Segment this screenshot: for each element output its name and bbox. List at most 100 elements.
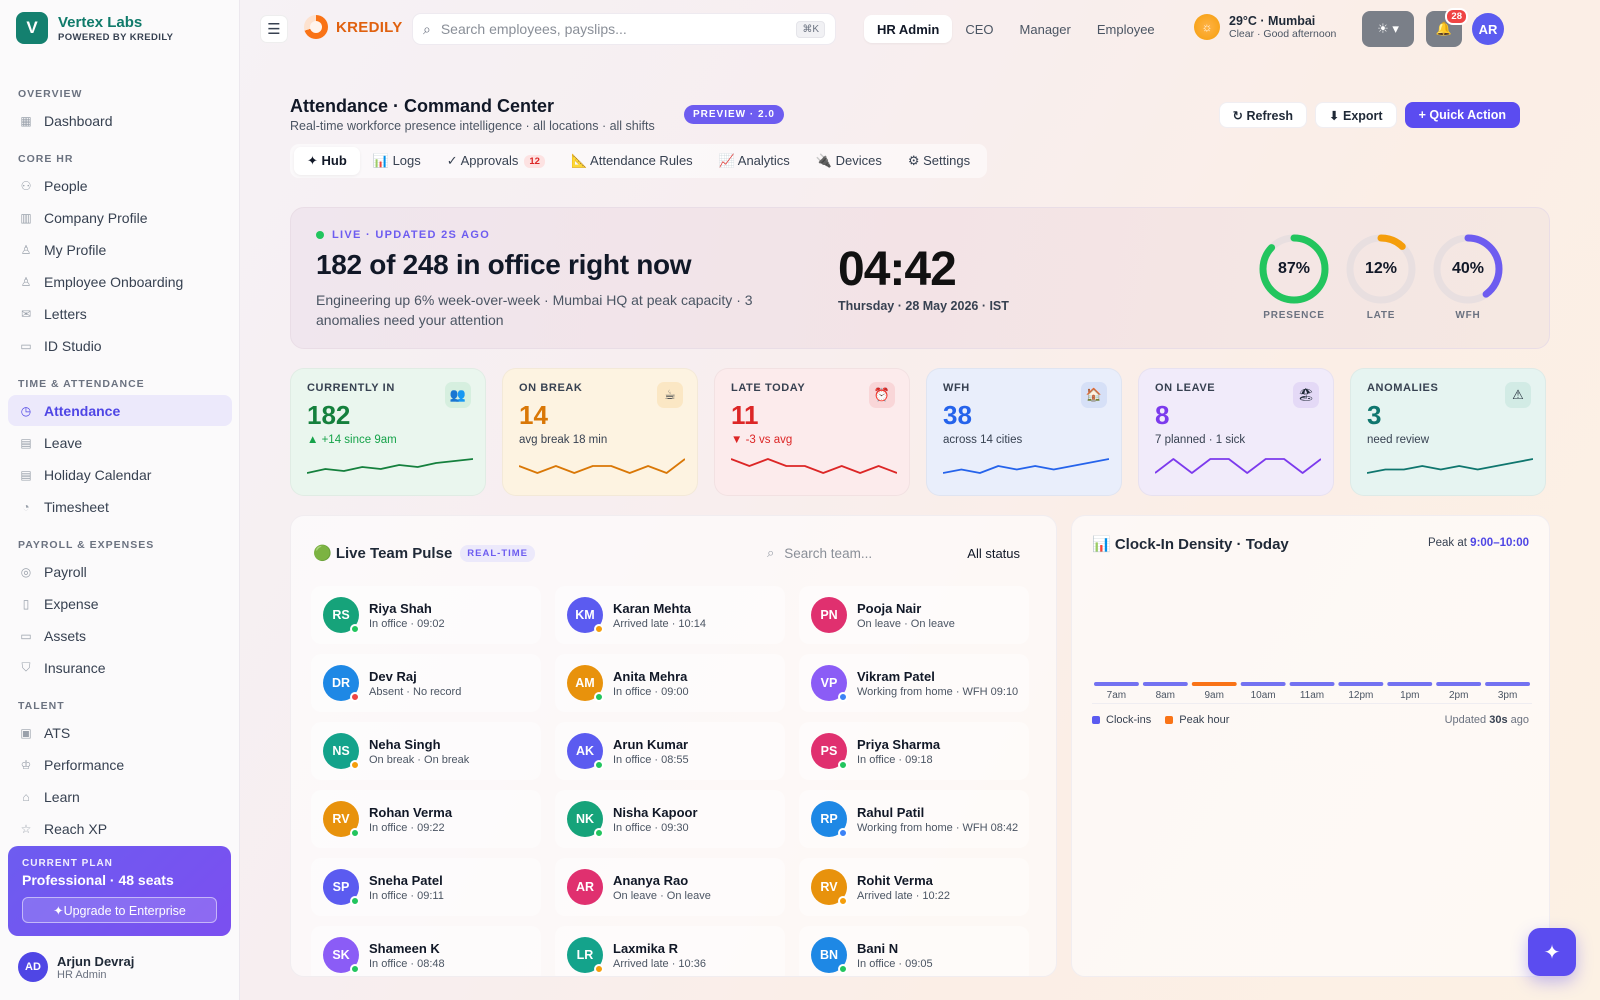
sidebar-item-label: Expense — [44, 595, 99, 612]
density-bar-10am[interactable] — [1240, 682, 1286, 686]
theme-toggle-button[interactable]: ☀ ▾ — [1362, 11, 1414, 47]
team-member-card[interactable]: RS Riya Shah In office · 09:02 — [311, 586, 541, 644]
sidebar-item-holiday-calendar[interactable]: ▤ Holiday Calendar — [8, 459, 232, 490]
density-bar-2pm[interactable] — [1436, 682, 1482, 686]
density-bar-7am[interactable] — [1094, 682, 1139, 686]
sidebar-item-label: Payroll — [44, 563, 87, 580]
sidebar-item-my-profile[interactable]: ♙ My Profile — [8, 234, 232, 265]
clock-icon: ◷ — [20, 403, 32, 418]
sidebar-item-company-profile[interactable]: ▥ Company Profile — [8, 202, 232, 233]
sidebar-item-attendance[interactable]: ◷ Attendance — [8, 395, 232, 426]
team-member-card[interactable]: RP Rahul Patil Working from home · WFH 08:… — [799, 790, 1029, 848]
team-member-card[interactable]: SP Sneha Patel In office · 09:11 — [311, 858, 541, 916]
star-icon: ☆ — [20, 821, 32, 835]
team-member-card[interactable]: KM Karan Mehta Arrived late · 10:14 — [555, 586, 785, 644]
role-hr-admin[interactable]: HR Admin — [864, 15, 953, 43]
sidebar-item-dashboard[interactable]: ▦ Dashboard — [8, 105, 232, 136]
kpi-sparkline — [1155, 458, 1321, 474]
team-member-card[interactable]: AR Ananya Rao On leave · On leave — [555, 858, 785, 916]
sidebar-item-assets[interactable]: ▭ Assets — [8, 620, 232, 651]
team-member-card[interactable]: PS Priya Sharma In office · 09:18 — [799, 722, 1029, 780]
avatar-initials: PN — [820, 608, 838, 622]
kpi-card-late-today[interactable]: LATE TODAY 11 ▼ -3 vs avg ⏰ — [714, 368, 910, 496]
density-bar-3pm[interactable] — [1485, 682, 1530, 686]
sidebar-item-label: Insurance — [44, 659, 106, 676]
sidebar-item-employee-onboarding[interactable]: ♙ Employee Onboarding — [8, 266, 232, 297]
tab-logs[interactable]: 📊 Logs — [360, 147, 434, 175]
weather-widget[interactable]: ☼ 29°C · Mumbai Clear · Good afternoon — [1194, 14, 1336, 40]
team-member-card[interactable]: LR Laxmika R Arrived late · 10:36 — [555, 926, 785, 976]
export-button[interactable]: ⬇ Export — [1315, 102, 1397, 128]
sidebar-item-expense[interactable]: ▯ Expense — [8, 588, 232, 619]
role-employee[interactable]: Employee — [1084, 15, 1168, 43]
team-member-card[interactable]: AM Anita Mehra In office · 09:00 — [555, 654, 785, 712]
kpi-card-anomalies[interactable]: ANOMALIES 3 need review ⚠ — [1350, 368, 1546, 496]
account-avatar[interactable]: AR — [1472, 13, 1504, 45]
kpi-card-wfh[interactable]: WFH 38 across 14 cities 🏠 — [926, 368, 1122, 496]
sidebar-item-label: Dashboard — [44, 112, 113, 129]
sidebar-item-id-studio[interactable]: ▭ ID Studio — [8, 330, 232, 361]
refresh-button[interactable]: ↻ Refresh — [1218, 102, 1308, 128]
team-member-card[interactable]: PN Pooja Nair On leave · On leave — [799, 586, 1029, 644]
team-member-card[interactable]: DR Dev Raj Absent · No record — [311, 654, 541, 712]
menu-icon[interactable]: ☰ — [260, 15, 288, 43]
density-bar-11am[interactable] — [1289, 682, 1335, 686]
tab-devices[interactable]: 🔌 Devices — [803, 147, 895, 175]
tab-hub[interactable]: ✦ Hub — [294, 147, 360, 175]
nav-section-title: TIME & ATTENDANCE — [18, 378, 145, 390]
tab-approvals[interactable]: ✓ Approvals 12 — [434, 147, 558, 175]
sidebar-item-learn[interactable]: ⌂ Learn — [8, 781, 232, 812]
product-logo[interactable]: KREDILY — [304, 15, 403, 39]
kpi-card-on-break[interactable]: ON BREAK 14 avg break 18 min ☕ — [502, 368, 698, 496]
upgrade-button[interactable]: ✦Upgrade to Enterprise — [22, 897, 217, 923]
search-input[interactable] — [440, 21, 797, 37]
status-filter-select[interactable]: All status — [967, 546, 1020, 561]
member-name: Riya Shah — [369, 600, 432, 616]
role-manager[interactable]: Manager — [1007, 15, 1084, 43]
density-tick-label: 10am — [1250, 690, 1276, 701]
team-member-card[interactable]: NS Neha Singh On break · On break — [311, 722, 541, 780]
sidebar-item-label: Company Profile — [44, 209, 148, 226]
density-bar-1pm[interactable] — [1387, 682, 1433, 686]
sidebar-item-insurance[interactable]: ⛉ Insurance — [8, 652, 232, 683]
team-member-card[interactable]: SK Shameen K In office · 08:48 — [311, 926, 541, 976]
team-member-card[interactable]: VP Vikram Patel Working from home · WFH 09… — [799, 654, 1029, 712]
clock-date: Thursday · 28 May 2026 · IST — [838, 299, 1009, 313]
sidebar-item-ats[interactable]: ▣ ATS — [8, 717, 232, 748]
kpi-card-currently-in[interactable]: CURRENTLY IN 182 ▲ +14 since 9am 👥 — [290, 368, 486, 496]
team-search-input[interactable] — [784, 545, 960, 561]
density-bar-9am[interactable] — [1191, 682, 1237, 686]
tab-attendance-rules[interactable]: 📐 Attendance Rules — [558, 147, 706, 175]
brand[interactable]: V Vertex Labs POWERED BY KREDILY — [16, 12, 173, 44]
ring-late: 12% LATE — [1344, 232, 1422, 321]
ai-assistant-button[interactable]: ✦ — [1528, 928, 1576, 976]
sidebar-item-label: Assets — [44, 627, 87, 644]
tab-settings[interactable]: ⚙ Settings — [895, 147, 983, 175]
presence-dot — [838, 964, 848, 974]
sidebar-item-reach-xp[interactable]: ☆ Reach XP — [8, 813, 232, 835]
density-bar-12pm[interactable] — [1338, 682, 1384, 686]
sidebar-item-performance[interactable]: ♔ Performance — [8, 749, 232, 780]
notifications-button[interactable]: 🔔 28 — [1426, 8, 1468, 47]
users-icon: 👥 — [445, 382, 471, 408]
kpi-card-on-leave[interactable]: ON LEAVE 8 7 planned · 1 sick 🏖 — [1138, 368, 1334, 496]
team-member-card[interactable]: AK Arun Kumar In office · 08:55 — [555, 722, 785, 780]
tab-analytics[interactable]: 📈 Analytics — [706, 147, 803, 175]
quick-action-button[interactable]: + Quick Action — [1404, 102, 1520, 128]
role-ceo[interactable]: CEO — [952, 15, 1006, 43]
member-status: In office · 08:55 — [613, 753, 689, 766]
team-member-card[interactable]: RV Rohit Verma Arrived late · 10:22 — [799, 858, 1029, 916]
team-member-card[interactable]: BN Bani N In office · 09:05 — [799, 926, 1029, 976]
ring-wfh: 40% WFH — [1431, 232, 1509, 321]
team-member-card[interactable]: NK Nisha Kapoor In office · 09:30 — [555, 790, 785, 848]
density-bar-8am[interactable] — [1142, 682, 1188, 686]
sidebar-item-leave[interactable]: ▤ Leave — [8, 427, 232, 458]
sidebar-item-payroll[interactable]: ◎ Payroll — [8, 556, 232, 587]
team-member-card[interactable]: RV Rohan Verma In office · 09:22 — [311, 790, 541, 848]
sidebar-item-people[interactable]: ⚇ People — [8, 170, 232, 201]
kpi-value: 14 — [519, 400, 548, 430]
sidebar-item-timesheet[interactable]: ◔ Timesheet — [8, 491, 232, 522]
sidebar-item-letters[interactable]: ✉ Letters — [8, 298, 232, 329]
user-profile[interactable]: AD Arjun Devraj HR Admin — [18, 952, 134, 982]
grid-icon: ▦ — [20, 113, 32, 128]
